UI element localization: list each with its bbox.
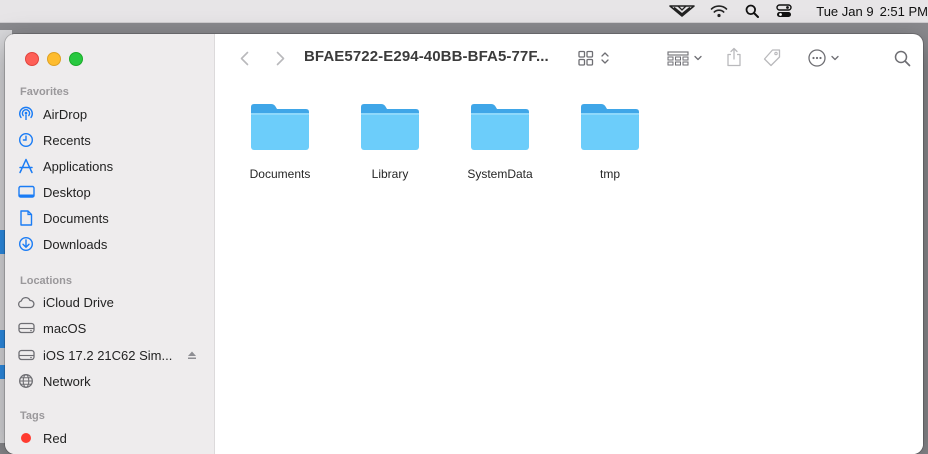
sidebar-item-label: iCloud Drive (43, 294, 114, 310)
search-icon[interactable] (892, 48, 912, 68)
menu-date: Tue Jan 9 (816, 3, 874, 19)
sidebar-item-label: Network (43, 373, 91, 389)
forward-icon[interactable] (273, 49, 287, 67)
folder-item[interactable]: SystemData (450, 102, 550, 181)
sidebar-item-network[interactable]: Network (17, 369, 205, 393)
folder-name: SystemData (467, 167, 533, 181)
sidebar-item-recents[interactable]: Recents (17, 128, 205, 152)
share-icon[interactable] (724, 46, 744, 68)
sidebar-item-tag-red[interactable]: Red (17, 426, 205, 450)
wifi-icon[interactable] (709, 0, 729, 23)
sidebar-item-documents[interactable]: Documents (17, 206, 205, 230)
sidebar-item-ios-simulator[interactable]: iOS 17.2 21C62 Sim... (17, 343, 205, 367)
control-center-icon[interactable] (776, 0, 792, 23)
favorites-header: Favorites (20, 86, 69, 98)
cloud-icon (17, 293, 35, 311)
sidebar-item-label: macOS (43, 320, 87, 336)
locations-header: Locations (20, 275, 72, 287)
tag-dot-icon (17, 429, 35, 447)
document-icon (17, 209, 35, 227)
sidebar: Favorites AirDrop Recents Applications D… (5, 34, 215, 454)
sidebar-item-label: Documents (43, 210, 109, 226)
sidebar-item-label: AirDrop (43, 106, 88, 122)
sidebar-item-label: Downloads (43, 236, 108, 252)
folder-item[interactable]: Library (340, 102, 440, 181)
app-icon[interactable] (669, 0, 696, 23)
desktop-icon (17, 183, 35, 201)
menu-time: 2:51 PM (879, 3, 928, 19)
menu-bar: Tue Jan 9 2:51 PM (0, 0, 928, 23)
sidebar-item-downloads[interactable]: Downloads (17, 232, 205, 256)
sidebar-item-label: Desktop (43, 184, 91, 200)
download-icon (17, 235, 35, 253)
folder-name: Library (371, 167, 409, 181)
back-icon[interactable] (237, 49, 251, 67)
folder-icon (579, 102, 641, 157)
sidebar-item-label: Recents (43, 132, 91, 148)
folder-icon (249, 102, 311, 157)
window-title: BFAE5722-E294-40BB-BFA5-77F... (304, 48, 549, 65)
sidebar-item-label: Red (43, 430, 67, 446)
drive-icon (17, 319, 35, 337)
finder-window: Favorites AirDrop Recents Applications D… (5, 34, 923, 454)
applications-icon (17, 157, 35, 175)
window-controls (25, 52, 83, 66)
folder-icon (359, 102, 421, 157)
folder-name: Documents (249, 167, 311, 181)
close-button[interactable] (25, 52, 39, 66)
folder-item[interactable]: tmp (560, 102, 660, 181)
sidebar-item-macos[interactable]: macOS (17, 316, 205, 340)
folder-name: tmp (599, 167, 620, 181)
more-icon[interactable] (807, 47, 843, 69)
group-icon[interactable] (667, 49, 705, 67)
file-browser: Documents Library SystemData tmp (215, 82, 923, 454)
menu-clock[interactable]: Tue Jan 9 2:51 PM (816, 4, 928, 19)
folder-item[interactable]: Documents (230, 102, 330, 181)
globe-icon (17, 372, 35, 390)
airdrop-icon (17, 105, 35, 123)
tag-icon[interactable] (761, 47, 783, 69)
folder-icon (469, 102, 531, 157)
tags-header: Tags (20, 410, 45, 422)
minimize-button[interactable] (47, 52, 61, 66)
sidebar-item-airdrop[interactable]: AirDrop (17, 102, 205, 126)
sidebar-item-applications[interactable]: Applications (17, 154, 205, 178)
sidebar-item-label: iOS 17.2 21C62 Sim... (43, 347, 173, 363)
toolbar: BFAE5722-E294-40BB-BFA5-77F... (215, 34, 923, 82)
eject-icon[interactable] (187, 348, 197, 363)
clock-icon (17, 131, 35, 149)
view-icon[interactable] (576, 48, 614, 68)
drive-icon (17, 346, 35, 364)
sidebar-item-icloud-drive[interactable]: iCloud Drive (17, 290, 205, 314)
zoom-button[interactable] (69, 52, 83, 66)
sidebar-item-desktop[interactable]: Desktop (17, 180, 205, 204)
search-icon[interactable] (744, 0, 760, 23)
sidebar-item-label: Applications (43, 158, 114, 174)
